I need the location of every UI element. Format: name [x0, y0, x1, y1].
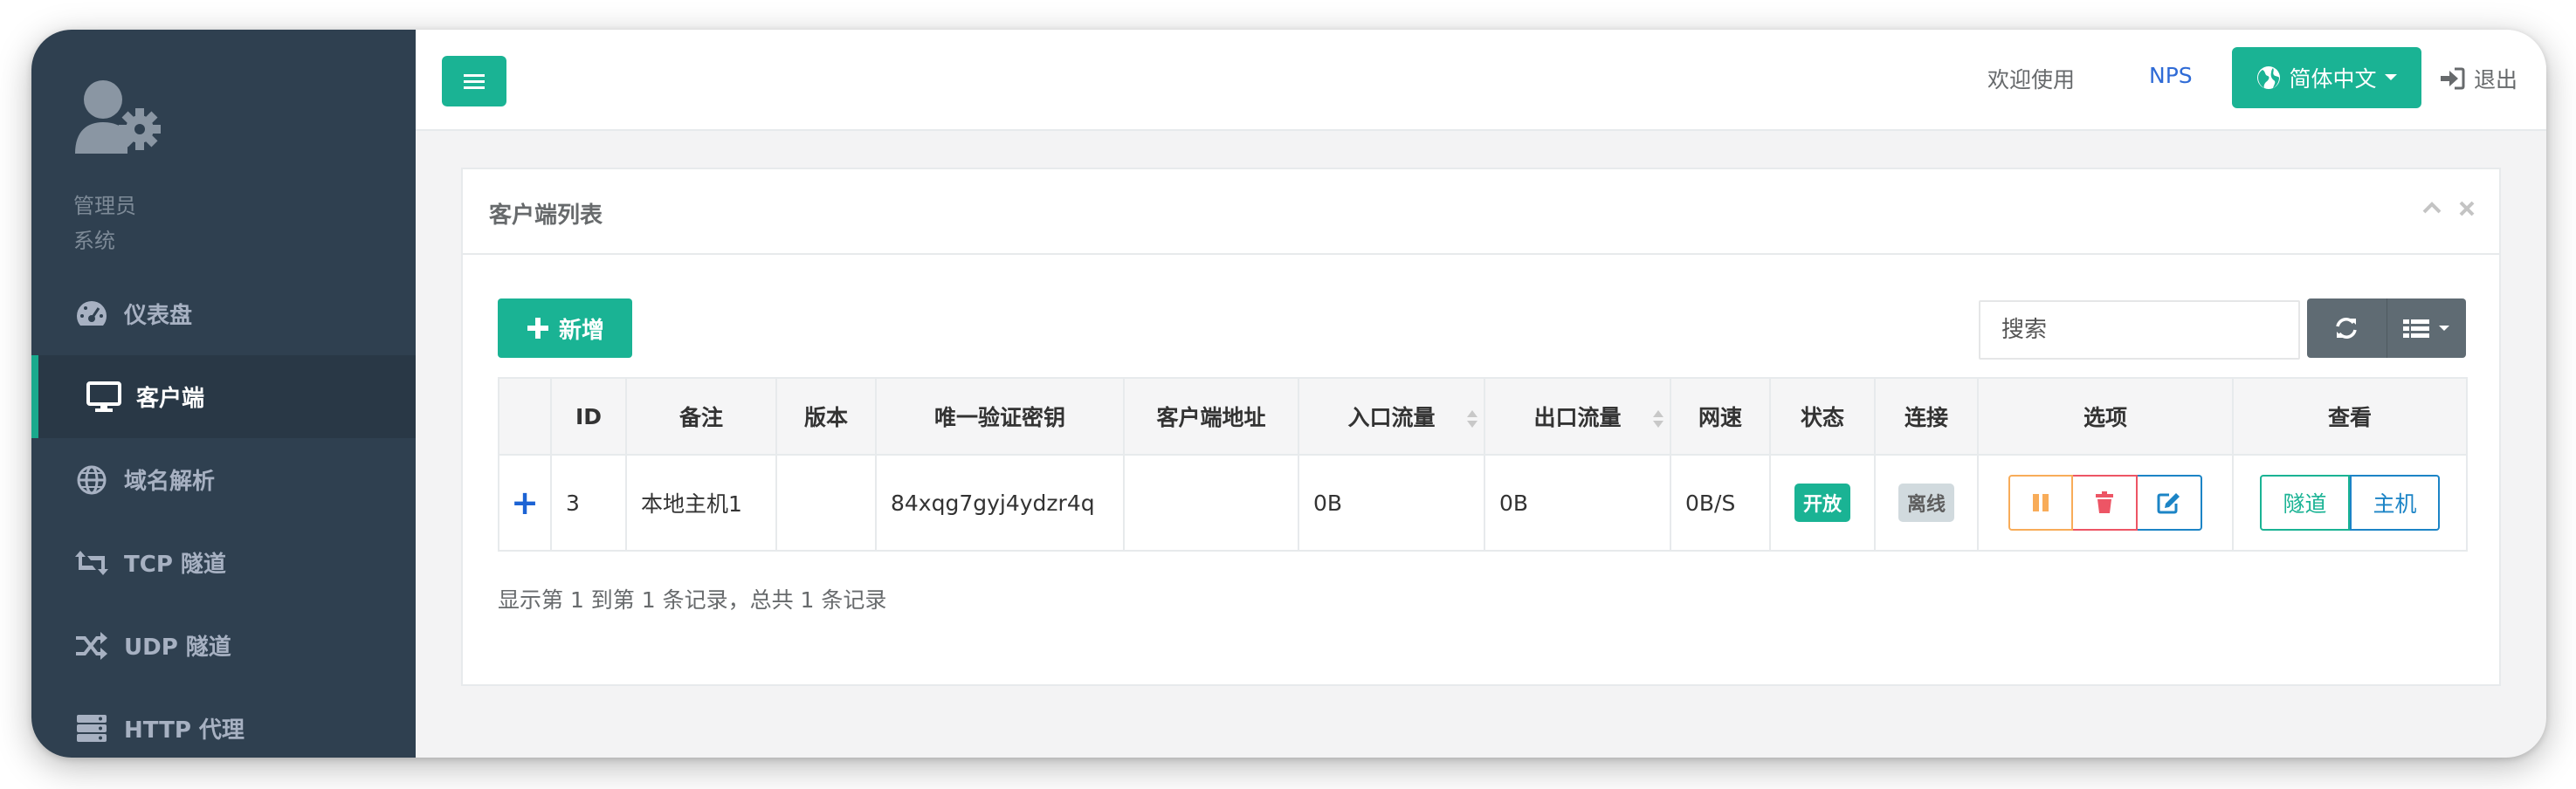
- status-badge: 开放: [1794, 484, 1850, 522]
- options-button-group: [1979, 475, 2232, 531]
- sidebar-item-label: HTTP 代理: [124, 717, 245, 744]
- chevron-up-icon[interactable]: [2422, 199, 2442, 218]
- sidebar: 管理员 系统 仪表盘 客户端 域名解析 TCP 隧道 UDP 隧道 HTTP 代…: [31, 30, 416, 758]
- retweet-icon: [73, 545, 110, 581]
- cell-vkey: 84xqg7gyj4ydzr4q: [875, 454, 1125, 552]
- delete-button[interactable]: [2073, 475, 2138, 531]
- sidebar-item-label: 域名解析: [124, 469, 216, 495]
- sidebar-item-domain[interactable]: 域名解析: [31, 438, 416, 521]
- cell-status: 开放: [1769, 454, 1876, 552]
- server-icon: [73, 710, 110, 747]
- hamburger-icon: [464, 74, 485, 89]
- sidebar-item-tcp[interactable]: TCP 隧道: [31, 521, 416, 604]
- columns-toggle-button[interactable]: [2386, 298, 2467, 358]
- caret-down-icon: [2438, 325, 2449, 331]
- panel-tools: [2422, 199, 2476, 218]
- sortable-column-header[interactable]: 出口流量: [1484, 377, 1671, 456]
- logout-link[interactable]: 退出: [2439, 63, 2517, 94]
- sidebar-item-label: UDP 隧道: [124, 635, 231, 661]
- profile-role: 系统: [73, 229, 115, 253]
- add-client-button[interactable]: 新增: [498, 298, 632, 358]
- view-host-button[interactable]: 主机: [2350, 475, 2440, 531]
- random-icon: [73, 628, 110, 664]
- add-button-label: 新增: [558, 317, 604, 344]
- sidebar-item-http[interactable]: HTTP 代理: [31, 687, 416, 758]
- sidebar-item-label: 客户端: [136, 386, 205, 412]
- sidebar-item-udp[interactable]: UDP 隧道: [31, 604, 416, 687]
- column-header: [498, 377, 552, 456]
- globe-icon: [73, 462, 110, 498]
- cell-speed: 0B/S: [1670, 454, 1771, 552]
- table-header-row: ID 备注 版本 唯一验证密钥 客户端地址 入口流量 出口流量 网速 状态 连接…: [498, 377, 2468, 456]
- cell-address: [1123, 454, 1299, 552]
- connection-badge: 离线: [1898, 484, 1954, 522]
- search-input[interactable]: [1979, 300, 2300, 360]
- cell-remark: 本地主机1: [625, 454, 777, 552]
- column-header: 客户端地址: [1123, 377, 1299, 456]
- cell-in-flow: 0B: [1298, 454, 1485, 552]
- cell-version: [775, 454, 877, 552]
- column-header: 网速: [1670, 377, 1771, 456]
- refresh-icon: [2336, 318, 2357, 339]
- panel-title: 客户端列表: [489, 202, 603, 229]
- monitor-icon: [86, 379, 122, 415]
- cell-id: 3: [550, 454, 627, 552]
- column-header: 状态: [1769, 377, 1876, 456]
- table-row: + 3 本地主机1 84xqg7gyj4ydzr4q 0B 0B 0B/S 开放…: [498, 454, 2468, 552]
- column-header: ID: [550, 377, 627, 456]
- column-header: 版本: [775, 377, 877, 456]
- column-label: 出口流量: [1533, 405, 1622, 430]
- sidebar-item-label: 仪表盘: [124, 303, 193, 329]
- column-header: 唯一验证密钥: [875, 377, 1125, 456]
- profile-name: 管理员: [73, 194, 136, 218]
- app-window: 管理员 系统 仪表盘 客户端 域名解析 TCP 隧道 UDP 隧道 HTTP 代…: [31, 30, 2546, 758]
- expand-row-button[interactable]: +: [498, 454, 552, 552]
- client-table: ID 备注 版本 唯一验证密钥 客户端地址 入口流量 出口流量 网速 状态 连接…: [498, 377, 2468, 552]
- column-header: 选项: [1977, 377, 2234, 456]
- close-icon[interactable]: [2457, 199, 2476, 218]
- cell-options: [1977, 454, 2234, 552]
- refresh-button[interactable]: [2307, 298, 2387, 358]
- panel-header: 客户端列表: [463, 169, 2499, 255]
- view-button-group: 隧道 主机: [2234, 475, 2466, 531]
- view-tunnel-button[interactable]: 隧道: [2260, 475, 2350, 531]
- globe-icon: [2257, 66, 2281, 89]
- sidebar-item-dashboard[interactable]: 仪表盘: [31, 272, 416, 355]
- sidebar-nav: 仪表盘 客户端 域名解析 TCP 隧道 UDP 隧道 HTTP 代理: [31, 272, 416, 758]
- client-list-panel: 客户端列表 新增 搜索 ID 备注 版本 唯一验证密钥 客户端地址 入口流量 出…: [461, 168, 2501, 686]
- caret-down-icon: [2384, 74, 2397, 80]
- edit-icon: [2157, 493, 2180, 514]
- dashboard-icon: [73, 296, 110, 333]
- cell-connection: 离线: [1874, 454, 1979, 552]
- brand-link[interactable]: NPS: [2149, 63, 2193, 88]
- pause-button[interactable]: [2008, 475, 2073, 531]
- column-header: 查看: [2232, 377, 2468, 456]
- pause-icon: [2033, 494, 2049, 511]
- column-header: 备注: [625, 377, 777, 456]
- language-label: 简体中文: [2289, 66, 2377, 92]
- sort-icon: [1653, 410, 1663, 428]
- welcome-text: 欢迎使用: [1987, 67, 2076, 93]
- cell-out-flow: 0B: [1484, 454, 1671, 552]
- sidebar-item-label: TCP 隧道: [124, 552, 226, 578]
- cell-view: 隧道 主机: [2232, 454, 2468, 552]
- table-toolbar: [2307, 298, 2466, 358]
- edit-button[interactable]: [2138, 475, 2202, 531]
- column-header: 连接: [1874, 377, 1979, 456]
- user-profile: 管理员 系统: [73, 79, 169, 253]
- list-icon: [2402, 319, 2429, 338]
- menu-toggle-button[interactable]: [442, 56, 506, 106]
- top-navbar: 欢迎使用 NPS 简体中文 退出: [416, 30, 2546, 131]
- language-dropdown[interactable]: 简体中文: [2232, 47, 2421, 108]
- sort-icon: [1467, 410, 1477, 428]
- column-label: 入口流量: [1347, 405, 1436, 430]
- user-settings-icon: [73, 79, 169, 157]
- plus-icon: [527, 318, 548, 339]
- sidebar-item-clients[interactable]: 客户端: [31, 355, 416, 438]
- logout-label: 退出: [2474, 67, 2518, 93]
- trash-icon: [2096, 491, 2113, 513]
- sign-in-icon: [2441, 67, 2465, 90]
- pagination-info: 显示第 1 到第 1 条记录，总共 1 条记录: [498, 587, 887, 613]
- sortable-column-header[interactable]: 入口流量: [1298, 377, 1485, 456]
